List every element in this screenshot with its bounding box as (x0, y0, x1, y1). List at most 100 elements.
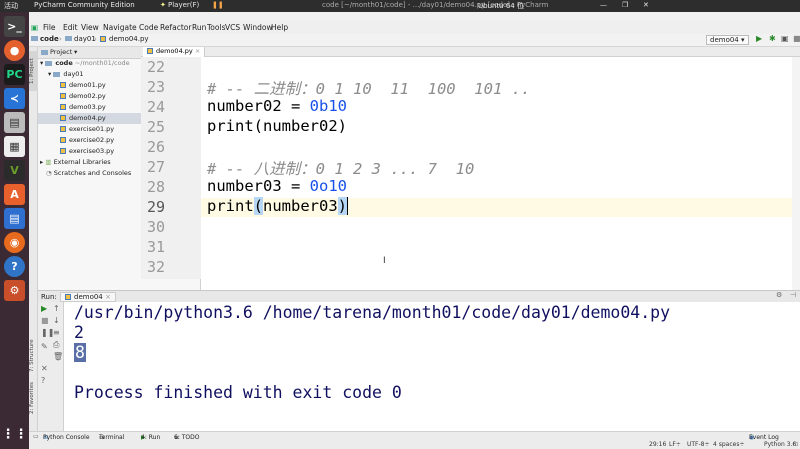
editor-scrollbar[interactable] (792, 57, 800, 290)
stop-icon[interactable]: ■ (41, 316, 49, 325)
caret-position[interactable]: 29:16 (649, 441, 666, 448)
gear-icon[interactable]: ⚙ (776, 291, 782, 299)
rerun-icon[interactable]: ▶ (41, 304, 47, 313)
menu-code[interactable]: Code (139, 23, 158, 32)
line-separator[interactable]: LF÷ (669, 441, 681, 448)
code-text: number03 (263, 197, 338, 215)
tree-file[interactable]: demo01.py (60, 81, 106, 89)
code-line-24[interactable]: number02 = 0b10 (207, 97, 347, 115)
menu-edit[interactable]: Edit (63, 23, 78, 32)
run-toolbar: ▶ ↑ ■ ↓ ❚❚ ≡ ⎙ ✎ 🗑 ✕ ? (38, 302, 64, 431)
run-console-output[interactable]: /usr/bin/python3.6 /home/tarena/month01/… (64, 302, 800, 431)
writer-icon[interactable]: ▤ (4, 208, 25, 229)
menu-refactor[interactable]: Refactor (160, 23, 191, 32)
indent-setting[interactable]: 4 spaces÷ (713, 441, 744, 448)
run-icon[interactable]: ▶ (756, 34, 762, 43)
player-menu[interactable]: Player(F) (168, 1, 199, 9)
close-icon[interactable]: ✕ (41, 364, 48, 373)
line-number: 24 (146, 98, 165, 116)
pycharm-icon[interactable]: PC (4, 64, 25, 85)
help-icon[interactable]: ? (41, 376, 45, 385)
code-line-29[interactable]: print(number03) (207, 197, 349, 215)
chrome-icon[interactable]: ● (4, 40, 25, 61)
menu-view[interactable]: View (81, 23, 99, 32)
firefox-icon[interactable]: ◉ (4, 232, 25, 253)
coverage-icon[interactable]: ▣ (781, 34, 789, 43)
code-number: 0o10 (309, 177, 347, 195)
menu-vcs[interactable]: VCS (225, 23, 240, 32)
menu-window[interactable]: Window (243, 23, 273, 32)
files-icon[interactable]: ▤ (4, 112, 25, 133)
run-panel-header: Run: demo04 × ⚙ ⊣ (38, 290, 800, 302)
breadcrumb-code[interactable]: code (40, 35, 59, 43)
scroll-up-icon[interactable]: ↑ (53, 304, 60, 313)
terminal-icon[interactable]: >_ (4, 16, 25, 37)
tree-external-libraries[interactable]: ▸ ▥ External Libraries (40, 158, 111, 166)
code-line-25[interactable]: print(number02) (207, 117, 347, 135)
debug-icon[interactable]: ✱ (769, 34, 776, 43)
close-tab-icon[interactable]: × (105, 293, 111, 301)
breadcrumb-file[interactable]: demo04.py (109, 35, 149, 43)
structure-tool-tab[interactable]: 7: Structure (29, 337, 38, 375)
menu-file[interactable]: File (43, 23, 56, 32)
line-number: 25 (146, 118, 165, 136)
code-line-27[interactable]: # -- 八进制：0 1 2 3 ... 7 10 (207, 157, 474, 179)
editor-tab-label: demo04.py (156, 47, 193, 55)
tree-file[interactable]: demo03.py (60, 103, 106, 111)
settings-icon[interactable]: ⚙ (4, 280, 25, 301)
delete-icon[interactable]: 🗑 (53, 352, 63, 361)
tree-folder-day01[interactable]: ▾ day01 (48, 70, 84, 78)
chevron-down-icon[interactable]: ▾ (74, 48, 77, 56)
menu-help[interactable]: Help (271, 23, 288, 32)
help-icon[interactable]: ? (4, 256, 25, 277)
tool-window-bar: ▭ ⊞ Python Console ▭ Terminal ▶ 4: Run ≡… (29, 431, 800, 441)
print-icon[interactable]: ⎙ (53, 340, 59, 350)
menu-tools[interactable]: Tools (207, 23, 225, 32)
pin-icon[interactable]: ✦ (160, 1, 166, 9)
file-encoding[interactable]: UTF-8÷ (687, 441, 710, 448)
project-tool-tab[interactable]: 1: Project (29, 51, 38, 91)
tree-scratches[interactable]: ◔ Scratches and Consoles (46, 169, 131, 177)
tree-file[interactable]: demo02.py (60, 92, 106, 100)
software-center-icon[interactable]: A (4, 184, 25, 205)
vscode-icon[interactable]: ≺ (4, 88, 25, 109)
restore-icon[interactable]: ❐ (622, 1, 628, 9)
scroll-down-icon[interactable]: ↓ (53, 316, 60, 325)
toggle-tool-windows-icon[interactable]: ▭ (33, 433, 39, 440)
library-icon: ▥ (45, 158, 52, 166)
stop-icon[interactable]: ■ (793, 34, 800, 43)
line-number: 32 (146, 258, 165, 276)
pause-icon[interactable]: ❚❚ (212, 1, 224, 9)
minimize-icon[interactable]: — (600, 1, 607, 9)
interpreter[interactable]: Python 3.6 (764, 441, 796, 448)
close-icon[interactable]: ✕ (643, 1, 649, 9)
app-title[interactable]: PyCharm Community Edition (34, 1, 135, 9)
hide-icon[interactable]: ⊣ (790, 291, 796, 299)
folder-icon (65, 36, 72, 41)
event-log-label: Event Log (749, 434, 779, 441)
sublime-icon[interactable]: ▦ (4, 136, 25, 157)
project-title[interactable]: Project (50, 48, 72, 56)
run-config-select[interactable]: demo04 ▾ (706, 35, 749, 45)
activities-label[interactable]: 活动 (4, 1, 18, 11)
vm-name: Ubuntu 64 位 (478, 2, 524, 10)
run-tab[interactable]: demo04 × (60, 292, 116, 302)
soft-wrap-icon[interactable]: ≡ (53, 328, 60, 337)
menu-navigate[interactable]: Navigate (103, 23, 137, 32)
tree-file[interactable]: exercise02.py (60, 136, 114, 144)
tree-file[interactable]: exercise01.py (60, 125, 114, 133)
tree-file[interactable]: exercise03.py (60, 147, 114, 155)
app-grid-icon[interactable]: ⋮⋮ (2, 424, 28, 445)
breadcrumb-day01[interactable]: day01 (74, 35, 96, 43)
menu-run[interactable]: Run (192, 23, 206, 32)
line-number: 30 (146, 218, 165, 236)
code-line-28[interactable]: number03 = 0o10 (207, 177, 347, 195)
tree-root[interactable]: ▾ code ~/month01/code (40, 59, 130, 67)
close-tab-icon[interactable]: × (195, 47, 200, 55)
favorites-tool-tab[interactable]: 2: Favorites (29, 377, 38, 419)
pin-icon[interactable]: ✎ (41, 342, 48, 351)
editor-tab-active[interactable]: demo04.py × (143, 47, 206, 57)
lock-icon[interactable]: ⊡ (793, 441, 798, 448)
code-line-23[interactable]: # -- 二进制：0 1 10 11 100 101 .. (207, 77, 530, 99)
vim-icon[interactable]: V (4, 160, 25, 181)
